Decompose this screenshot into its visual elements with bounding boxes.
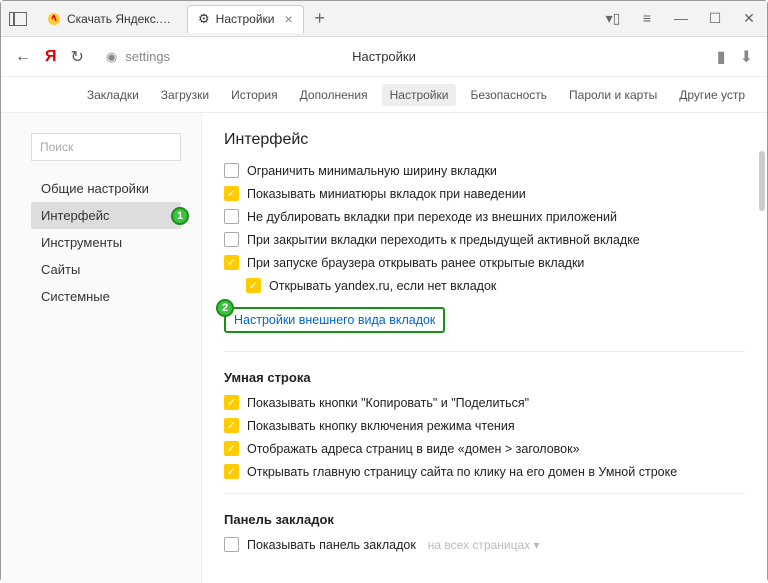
checkbox[interactable] (224, 209, 239, 224)
sidebar-item[interactable]: Сайты (31, 256, 181, 283)
ribbon-item[interactable]: История (223, 84, 286, 106)
gear-icon: ⚙ (198, 11, 210, 27)
option-label: Отображать адреса страниц в виде «домен … (247, 442, 580, 456)
sidebar-item[interactable]: Общие настройки (31, 175, 181, 202)
checkbox[interactable]: ✓ (224, 418, 239, 433)
ribbon-item[interactable]: Безопасность (462, 84, 555, 106)
option-row: ✓ Показывать кнопку включения режима чтен… (224, 418, 745, 433)
sidebar: Общие настройкиИнтерфейс1ИнструментыСайт… (31, 175, 201, 310)
checkbox[interactable]: ✓ (224, 464, 239, 479)
reload-button[interactable]: ↻ (71, 47, 84, 67)
home-button[interactable]: Я (45, 48, 57, 66)
url-text: settings (125, 49, 170, 64)
option-label: Открывать главную страницу сайта по клик… (247, 465, 677, 479)
option-row: ✓ Открывать главную страницу сайта по кли… (224, 464, 745, 479)
sidebar-toggle-icon[interactable] (9, 12, 27, 26)
tab-2[interactable]: ⚙ Настройки × (187, 5, 304, 33)
option-label: При запуске браузера открывать ранее отк… (247, 256, 584, 270)
ribbon-item[interactable]: Закладки (79, 84, 147, 106)
tab-label: Скачать Яндекс.Браузер д (67, 12, 177, 26)
option-label: Показывать кнопку включения режима чтени… (247, 419, 515, 433)
checkbox[interactable]: ✓ (224, 395, 239, 410)
ribbon-item[interactable]: Настройки (382, 84, 457, 106)
section-heading-bookmarks: Панель закладок (224, 512, 745, 527)
option-row: Показывать панель закладок на всех страни… (224, 537, 745, 552)
checkbox[interactable] (224, 163, 239, 178)
globe-icon: ◉ (106, 49, 117, 65)
download-icon[interactable]: ⬇ (740, 47, 753, 67)
bookmark-star-icon[interactable]: ▮ (717, 47, 726, 67)
ribbon-item[interactable]: Загрузки (153, 84, 217, 106)
option-row: При закрытии вкладки переходить к предыд… (224, 232, 745, 247)
settings-ribbon: Закладки Загрузки История Дополнения Настрой… (1, 77, 767, 113)
section-heading-interface: Интерфейс (224, 131, 745, 149)
ribbon-item[interactable]: Дополнения (292, 84, 376, 106)
option-label: Открывать yandex.ru, если нет вкладок (269, 279, 496, 293)
option-row: Не дублировать вкладки при переходе из в… (224, 209, 745, 224)
tab-label: Настройки (216, 12, 275, 26)
address-bar[interactable]: ◉ settings Настройки (98, 49, 703, 65)
checkbox[interactable]: ✓ (224, 186, 239, 201)
bookmark-icon[interactable]: ▾▯ (603, 10, 623, 27)
ribbon-item[interactable]: Другие устр (671, 84, 753, 106)
checkbox[interactable] (224, 232, 239, 247)
close-icon[interactable]: × (285, 11, 293, 27)
tab-appearance-link[interactable]: Настройки внешнего вида вкладок (224, 307, 445, 333)
callout-badge-1: 1 (171, 207, 189, 225)
option-row: ✓ Отображать адреса страниц в виде «домен… (224, 441, 745, 456)
page-title: Настройки (352, 49, 416, 64)
tab-1[interactable]: Скачать Яндекс.Браузер д (37, 5, 187, 33)
sidebar-item[interactable]: Интерфейс1 (31, 202, 181, 229)
settings-main: Интерфейс Ограничить минимальную ширину … (201, 113, 767, 583)
minimize-button[interactable]: — (671, 10, 691, 27)
option-row: Ограничить минимальную ширину вкладки (224, 163, 745, 178)
option-hint[interactable]: на всех страницах ▾ (428, 538, 540, 552)
option-label: Показывать панель закладок (247, 538, 416, 552)
option-label: Не дублировать вкладки при переходе из в… (247, 210, 617, 224)
scrollbar-thumb[interactable] (759, 151, 765, 211)
option-label: При закрытии вкладки переходить к предыд… (247, 233, 640, 247)
new-tab-button[interactable]: + (312, 11, 328, 27)
checkbox[interactable]: ✓ (246, 278, 261, 293)
close-button[interactable]: ✕ (739, 10, 759, 27)
option-label: Показывать кнопки "Копировать" и "Подели… (247, 396, 529, 410)
option-label: Показывать миниатюры вкладок при наведен… (247, 187, 526, 201)
option-label: Ограничить минимальную ширину вкладки (247, 164, 497, 178)
ribbon-item[interactable]: Пароли и карты (561, 84, 665, 106)
checkbox[interactable]: ✓ (224, 255, 239, 270)
search-input[interactable]: Поиск (31, 133, 181, 161)
sidebar-item[interactable]: Инструменты (31, 229, 181, 256)
checkbox[interactable]: ✓ (224, 441, 239, 456)
callout-badge-2: 2 (216, 299, 234, 317)
option-row: ✓ Открывать yandex.ru, если нет вкладок (246, 278, 745, 293)
checkbox[interactable] (224, 537, 239, 552)
yandex-icon (47, 12, 61, 26)
sidebar-item[interactable]: Системные (31, 283, 181, 310)
option-row: ✓ При запуске браузера открывать ранее от… (224, 255, 745, 270)
option-row: ✓ Показывать кнопки "Копировать" и "Подел… (224, 395, 745, 410)
maximize-button[interactable]: ☐ (705, 10, 725, 27)
option-row: ✓ Показывать миниатюры вкладок при наведе… (224, 186, 745, 201)
back-button[interactable]: ← (15, 48, 31, 66)
section-heading-smartbar: Умная строка (224, 370, 745, 385)
menu-icon[interactable]: ≡ (637, 10, 657, 27)
